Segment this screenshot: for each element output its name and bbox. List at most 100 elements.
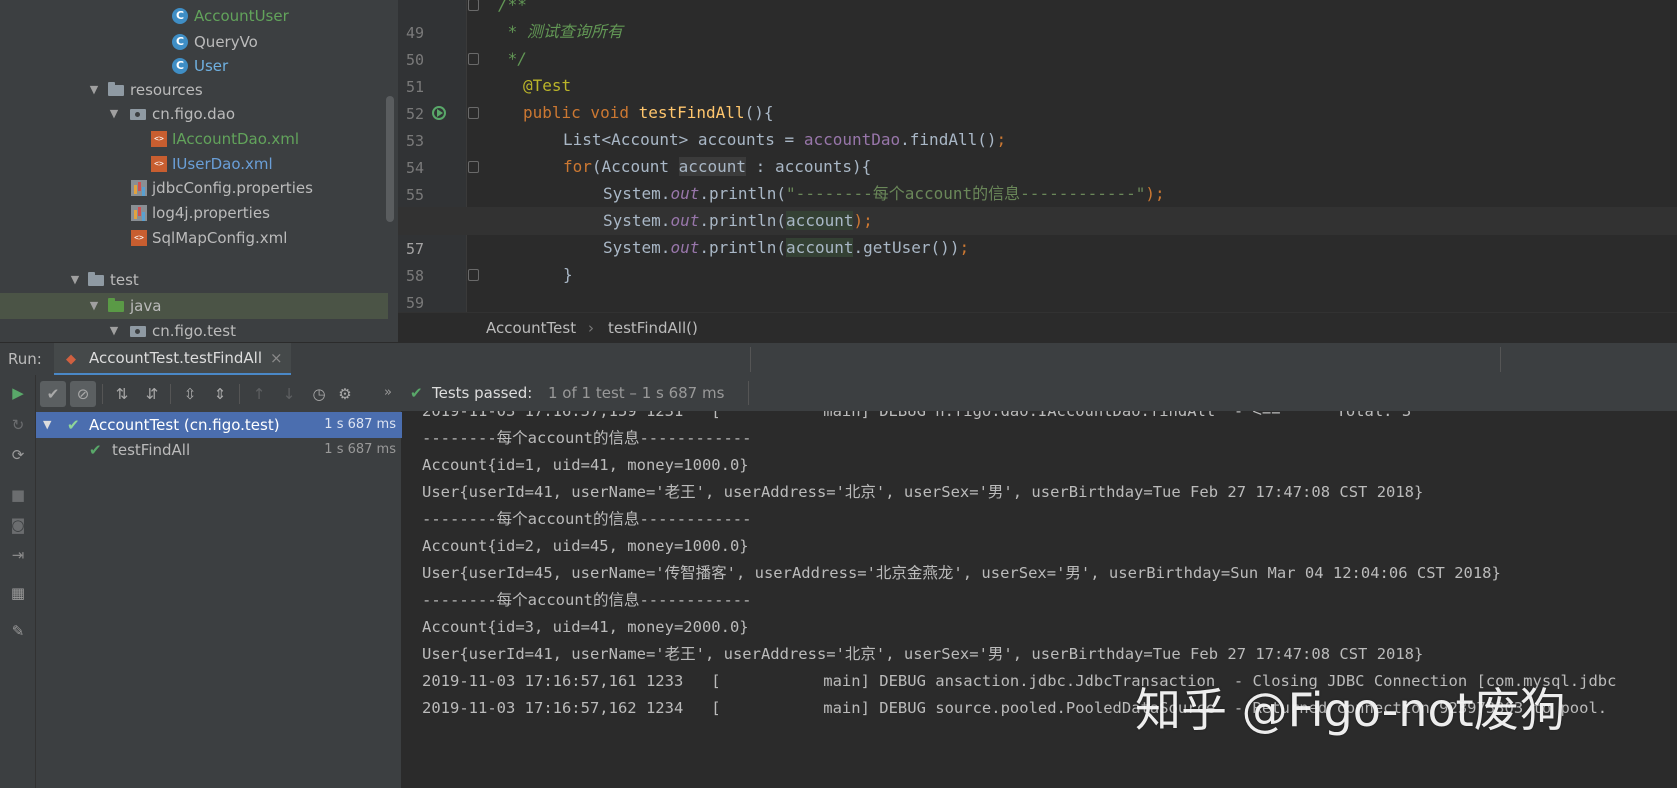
close-icon[interactable]: × bbox=[270, 343, 283, 374]
fold-marker-icon[interactable] bbox=[468, 53, 479, 65]
code-line-50[interactable]: 50 * 测试查询所有 bbox=[398, 18, 1677, 69]
tree-item-log4j-properties[interactable]: log4j.properties bbox=[0, 200, 388, 226]
code-text: List<Account> accounts = accountDao.find… bbox=[563, 126, 1006, 154]
tree-item-label: cn.figo.test bbox=[152, 322, 236, 340]
fold-marker-icon[interactable] bbox=[468, 107, 479, 119]
show-ignored-icon[interactable]: ⊘ bbox=[70, 381, 96, 407]
pin-icon[interactable]: ✎ bbox=[8, 621, 28, 641]
test-method-row[interactable]: ✔ testFindAll 1 s 687 ms bbox=[36, 437, 402, 463]
code-plain: (Account bbox=[591, 157, 679, 176]
test-history-icon[interactable]: ◷ bbox=[306, 381, 332, 407]
tree-item-label: QueryVo bbox=[194, 33, 258, 51]
tree-item-label: SqlMapConfig.xml bbox=[152, 229, 288, 247]
test-passed-icon: ✔ bbox=[89, 441, 102, 459]
code-variable: account bbox=[678, 157, 747, 176]
tree-item-iuserdao-xml[interactable]: <> IUserDao.xml bbox=[0, 151, 388, 177]
code-plain: .println( bbox=[699, 184, 787, 203]
camera-icon[interactable]: ◙ bbox=[8, 515, 28, 535]
tree-item-label: cn.figo.dao bbox=[152, 105, 236, 123]
test-config-icon: ◆ bbox=[66, 352, 76, 367]
code-line-56[interactable]: 56 System.out.println("--------每个account… bbox=[398, 180, 1677, 231]
rerun-icon[interactable]: ▶ bbox=[8, 383, 28, 403]
code-line-52[interactable]: 52 @Test bbox=[398, 72, 1677, 123]
code-line-54[interactable]: 54 List<Account> accounts = accountDao.f… bbox=[398, 126, 1677, 177]
expand-arrow-icon[interactable]: ▼ bbox=[43, 412, 51, 438]
tree-item-label: IUserDao.xml bbox=[172, 155, 273, 173]
layout-icon[interactable]: ▦ bbox=[8, 583, 28, 603]
tree-item-label: User bbox=[194, 57, 229, 75]
settings-icon[interactable]: ⚙ bbox=[332, 381, 358, 407]
expand-arrow-icon[interactable]: ▼ bbox=[107, 318, 121, 342]
tree-item-queryvo[interactable]: C QueryVo bbox=[0, 29, 388, 55]
expand-all-icon[interactable]: ⇳ bbox=[177, 381, 203, 407]
code-line-59[interactable]: 59 } bbox=[398, 261, 1677, 312]
run-tool-window-header: Run: ◆ AccountTest.testFindAll × bbox=[0, 342, 1677, 376]
code-line-57[interactable]: 57 System.out.println(account); bbox=[398, 207, 1677, 258]
header-divider bbox=[1500, 347, 1501, 372]
toggle-auto-test-icon[interactable]: ⟳ bbox=[8, 445, 28, 465]
expand-arrow-icon[interactable]: ▼ bbox=[87, 293, 101, 319]
watermark: 知乎 @Figo-not废狗 bbox=[1135, 683, 1566, 737]
tests-passed-detail: 1 of 1 test – 1 s 687 ms bbox=[548, 384, 725, 402]
sort-alphabetically-icon[interactable]: ⇅ bbox=[109, 381, 135, 407]
project-tree-scrollbar[interactable] bbox=[386, 96, 394, 222]
tree-item-accountuser[interactable]: C AccountUser bbox=[0, 3, 388, 29]
tree-item-user[interactable]: C User bbox=[0, 53, 388, 79]
breadcrumb-class[interactable]: AccountTest bbox=[486, 313, 576, 342]
tree-item-cn-figo-test[interactable]: ▼ cn.figo.test bbox=[0, 318, 388, 342]
sort-by-duration-icon[interactable]: ⇵ bbox=[139, 381, 165, 407]
collapse-all-icon[interactable]: ⇕ bbox=[207, 381, 233, 407]
tree-item-resources[interactable]: ▼ resources bbox=[0, 77, 388, 103]
code-editor[interactable]: 49 /** 50 * 测试查询所有 51 */ 52 @Test 53 pub… bbox=[398, 0, 1677, 342]
rerun-failed-icon[interactable]: ↻ bbox=[8, 415, 28, 435]
code-line-55[interactable]: 55 for(Account account : accounts){ bbox=[398, 153, 1677, 204]
header-divider bbox=[750, 347, 751, 372]
code-line-51[interactable]: 51 */ bbox=[398, 45, 1677, 96]
test-suite-row[interactable]: ▼ ✔ AccountTest (cn.figo.test) 1 s 687 m… bbox=[36, 412, 402, 438]
check-icon: ✔ bbox=[410, 384, 423, 402]
code-punct: ; bbox=[959, 238, 970, 257]
code-line-49[interactable]: 49 /** bbox=[398, 0, 1677, 42]
tree-item-sqlmapconfig-xml[interactable]: <> SqlMapConfig.xml bbox=[0, 225, 388, 251]
code-text: * 测试查询所有 bbox=[498, 22, 623, 41]
fold-marker-icon[interactable] bbox=[468, 161, 479, 173]
tree-item-iaccountdao-xml[interactable]: <> IAccountDao.xml bbox=[0, 126, 388, 152]
next-failed-icon[interactable]: ↓ bbox=[276, 381, 302, 407]
code-plain: System. bbox=[603, 238, 671, 257]
breadcrumb-method[interactable]: testFindAll() bbox=[608, 313, 698, 342]
test-status-bar: » ✔ Tests passed: 1 of 1 test – 1 s 687 … bbox=[384, 375, 1677, 411]
code-punct: ); bbox=[1145, 184, 1165, 203]
fold-marker-icon[interactable] bbox=[468, 0, 479, 11]
code-field: accountDao bbox=[803, 130, 901, 149]
previous-failed-icon[interactable]: ↑ bbox=[246, 381, 272, 407]
show-passed-icon[interactable]: ✔ bbox=[40, 381, 66, 407]
stop-icon[interactable]: ■ bbox=[8, 485, 28, 505]
code-text: } bbox=[563, 265, 573, 284]
test-method-label: testFindAll bbox=[112, 441, 191, 459]
double-chevron-icon[interactable]: » bbox=[384, 375, 392, 411]
fold-marker-icon[interactable] bbox=[468, 269, 479, 281]
tab-run-configuration[interactable]: ◆ AccountTest.testFindAll × bbox=[54, 343, 291, 376]
code-static-field: out bbox=[670, 211, 700, 230]
tree-item-jdbcconfig-properties[interactable]: jdbcConfig.properties bbox=[0, 175, 388, 201]
expand-arrow-icon[interactable]: ▼ bbox=[87, 77, 101, 103]
tree-item-cn-figo-dao[interactable]: ▼ cn.figo.dao bbox=[0, 101, 388, 127]
properties-file-icon bbox=[131, 180, 147, 196]
console-line: 2019-11-03 17:16:57,159 1231 [ main] DEB… bbox=[422, 411, 1412, 420]
console-line: Account{id=3, uid=41, money=2000.0} bbox=[422, 618, 749, 636]
tree-item-java[interactable]: ▼ java bbox=[0, 293, 388, 319]
properties-file-icon bbox=[131, 205, 147, 221]
console-line: --------每个account的信息------------ bbox=[422, 591, 752, 609]
run-test-gutter-icon[interactable] bbox=[432, 106, 446, 120]
expand-arrow-icon[interactable]: ▼ bbox=[68, 267, 82, 293]
code-text: */ bbox=[498, 49, 527, 68]
code-plain: .println( bbox=[699, 238, 787, 257]
tree-item-test[interactable]: ▼ test bbox=[0, 267, 388, 293]
expand-arrow-icon[interactable]: ▼ bbox=[107, 101, 121, 127]
toolbar-divider bbox=[239, 384, 240, 404]
tree-item-label: resources bbox=[130, 81, 203, 99]
code-line-53[interactable]: 53 public void testFindAll(){ bbox=[398, 99, 1677, 150]
code-line-58[interactable]: 58 System.out.println(account.getUser())… bbox=[398, 234, 1677, 285]
tree-item-label: IAccountDao.xml bbox=[172, 130, 300, 148]
export-icon[interactable]: ⇥ bbox=[8, 545, 28, 565]
